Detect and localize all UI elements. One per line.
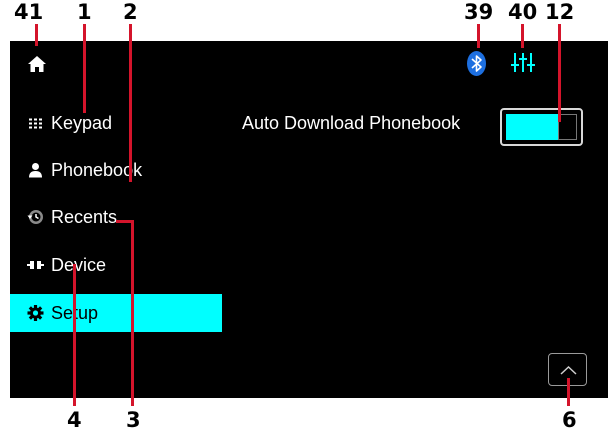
sidebar-item-keypad[interactable]: Keypad [10,104,222,142]
app-title: PHONE [59,54,117,71]
keypad-icon [29,118,42,129]
sidebar-item-label: Recents [51,206,118,227]
toggle-fill [506,114,558,140]
callout-line-6 [567,378,570,406]
callout-4: 4 [67,408,82,432]
callout-line-41 [35,24,38,46]
person-icon [29,163,42,178]
callout-3: 3 [126,408,141,432]
callout-line-40 [521,24,524,48]
callout-40: 40 [508,0,538,24]
recents-icon [27,210,43,224]
callout-line-1 [83,24,86,113]
callout-line-4 [73,264,76,406]
sidebar-item-device[interactable]: Device [10,246,222,284]
bluetooth-icon[interactable] [467,51,486,76]
sidebar-item-label: Keypad [51,112,113,133]
callout-12: 12 [545,0,575,24]
sidebar-item-recents[interactable]: Recents [10,198,222,236]
auto-download-phonebook-toggle[interactable] [500,108,583,146]
callout-line-39 [477,24,480,48]
callout-41: 41 [14,0,44,24]
callout-line-3-v [131,220,134,406]
chevron-up-icon [560,365,577,375]
callout-2: 2 [123,0,138,24]
gear-icon [27,305,44,321]
auto-download-phonebook-label: Auto Download Phonebook [242,113,461,133]
callout-line-12 [558,24,561,122]
device-icon [27,261,44,269]
callout-line-2 [129,24,132,182]
clock-time: 10:30 [273,53,316,72]
sidebar-item-phonebook[interactable]: Phonebook [10,151,222,189]
sidebar-item-label: Device [51,254,107,275]
equalizer-icon[interactable] [511,53,535,72]
sidebar-item-setup[interactable]: Setup [10,294,222,332]
home-icon[interactable] [28,56,46,72]
callout-1: 1 [77,0,92,24]
callout-39: 39 [464,0,494,24]
callout-6: 6 [562,408,577,432]
clock-ampm: AM [318,53,333,63]
clock: 10:30 AM [273,53,332,73]
